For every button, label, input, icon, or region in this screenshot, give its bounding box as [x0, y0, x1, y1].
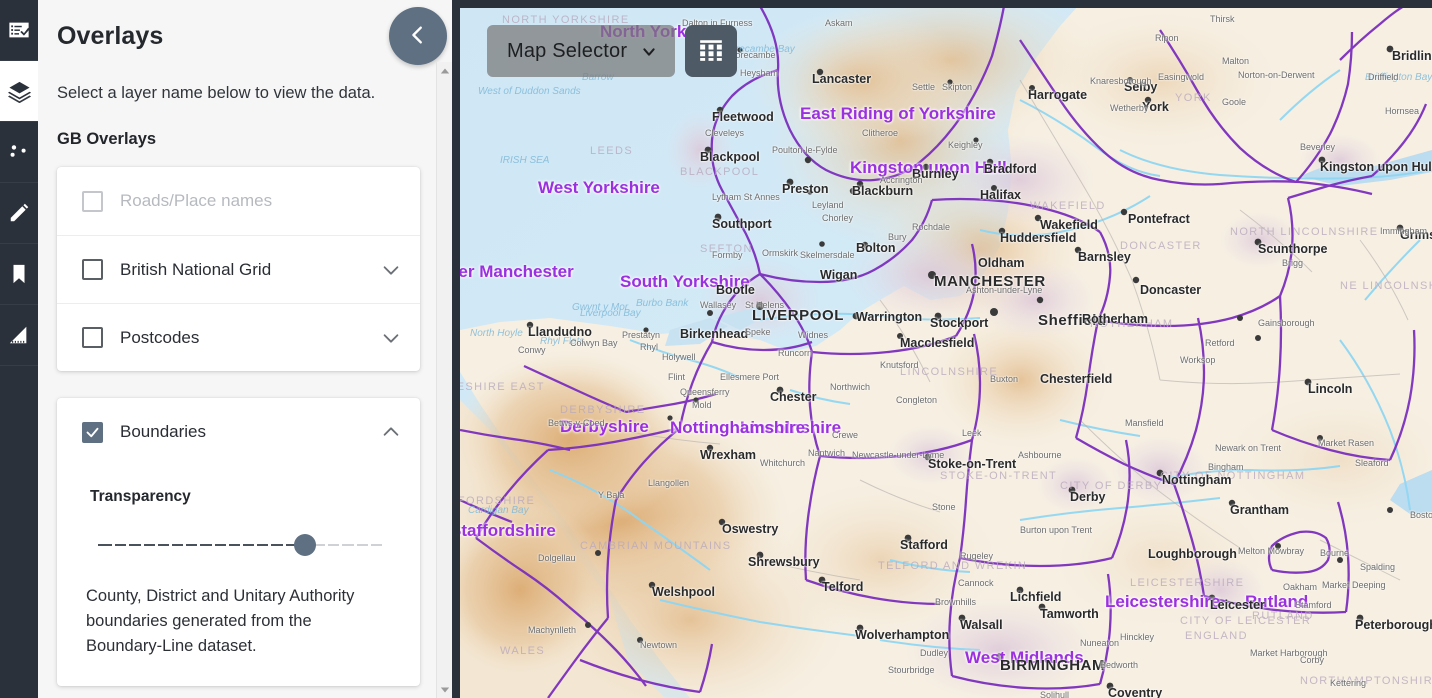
layer-row-postcodes[interactable]: Postcodes — [57, 303, 420, 371]
row-chevron-placeholder — [380, 190, 402, 212]
bookmark-icon[interactable] — [0, 244, 38, 305]
map-selector-label: Map Selector — [507, 40, 627, 63]
scroll-up-button[interactable] — [437, 62, 453, 79]
chevron-left-icon — [407, 24, 429, 49]
layer-label: British National Grid — [120, 260, 380, 280]
ruler-triangle-icon[interactable] — [0, 305, 38, 366]
boundaries-description: County, District and Unitary Authority b… — [86, 584, 386, 659]
panel-scrollbar[interactable] — [436, 62, 452, 698]
panel-scroll-area[interactable]: Select a layer name below to view the da… — [38, 62, 452, 698]
map-selector-button[interactable]: Map Selector — [487, 25, 675, 77]
slider-thumb[interactable] — [294, 534, 316, 556]
section-heading: GB Overlays — [57, 130, 452, 149]
layer-label: Roads/Place names — [120, 191, 380, 211]
boundaries-checkbox[interactable] — [82, 422, 103, 443]
panel-right-edge — [452, 0, 460, 698]
slider-ticks — [98, 541, 382, 549]
layer-row-british-national-grid[interactable]: British National Grid — [57, 235, 420, 303]
boundaries-body: Transparency County, District and Unitar… — [57, 466, 420, 685]
layers-icon[interactable] — [0, 61, 38, 122]
layer-row-boundaries[interactable]: Boundaries — [57, 398, 420, 466]
overlays-panel: Overlays Select a layer name below to vi… — [38, 0, 460, 698]
panel-hint: Select a layer name below to view the da… — [57, 82, 427, 104]
checkbox-british-national-grid[interactable] — [82, 259, 103, 280]
chevron-up-icon[interactable] — [380, 421, 402, 443]
gb-overlays-card: Roads/Place names British National Grid Po… — [57, 167, 420, 371]
chevron-down-icon — [641, 43, 657, 59]
chevron-down-icon[interactable] — [380, 327, 402, 349]
layer-label: Postcodes — [120, 328, 380, 348]
map-canvas[interactable]: IRISH SEAMorecambe BayWest of Duddon San… — [460, 0, 1432, 698]
grid-toggle-button[interactable] — [685, 25, 737, 77]
layer-row-roads-place-names: Roads/Place names — [57, 167, 420, 235]
boundaries-card: Boundaries Transparency Cou — [57, 398, 420, 685]
rail-spacer — [0, 366, 38, 698]
tasks-checklist-icon[interactable] — [0, 0, 38, 61]
page-title: Overlays — [57, 22, 163, 51]
chevron-down-icon[interactable] — [380, 259, 402, 281]
transparency-slider[interactable] — [98, 534, 382, 556]
points-scatter-icon[interactable] — [0, 122, 38, 183]
pencil-icon[interactable] — [0, 183, 38, 244]
collapse-panel-button[interactable] — [389, 7, 447, 65]
boundaries-label: Boundaries — [120, 422, 380, 442]
map-top-band — [460, 0, 1432, 8]
checkbox-roads-place-names — [82, 191, 103, 212]
grid-icon — [698, 37, 724, 66]
checkbox-postcodes[interactable] — [82, 327, 103, 348]
transparency-label: Transparency — [90, 488, 420, 506]
map-controls: Map Selector — [487, 25, 737, 77]
icon-rail — [0, 0, 38, 698]
scroll-down-button[interactable] — [437, 681, 453, 698]
